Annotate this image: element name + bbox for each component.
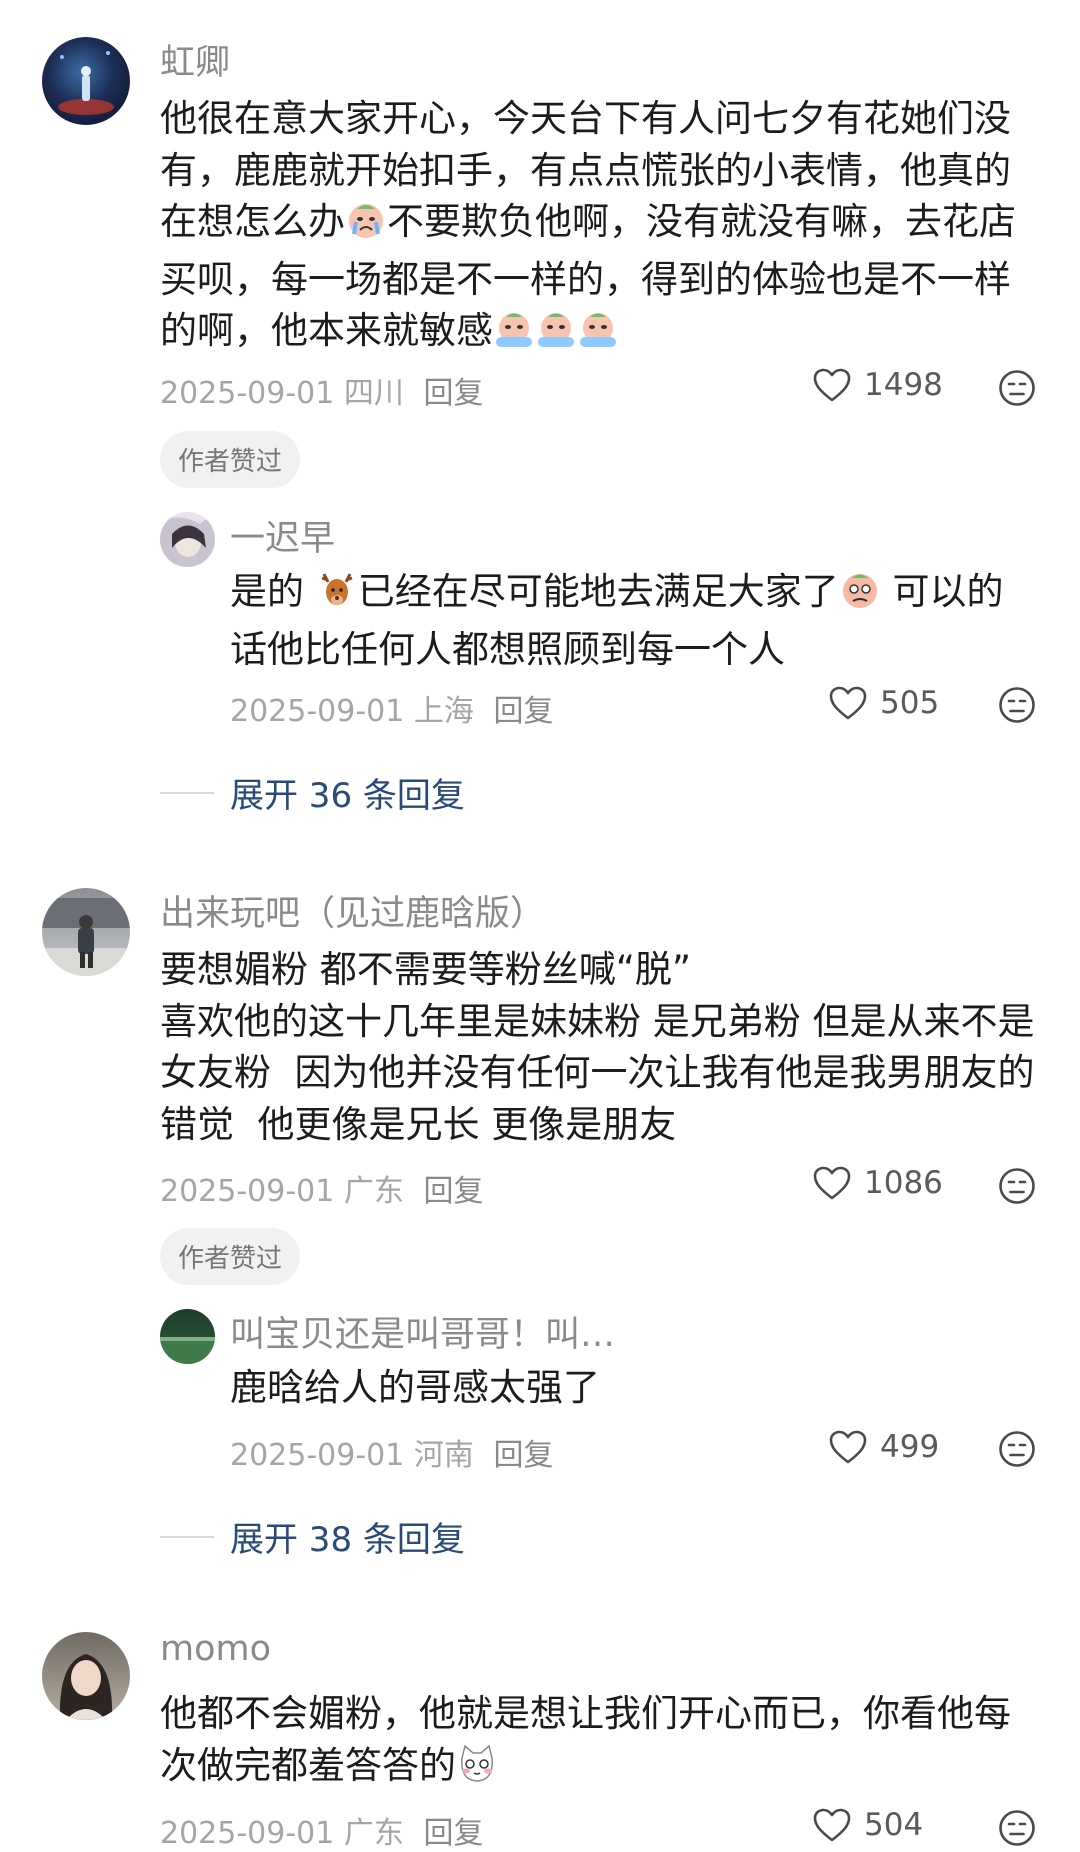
avatar[interactable] <box>42 37 130 125</box>
unhappy-face-icon[interactable] <box>998 1167 1036 1205</box>
divider-line <box>160 1535 214 1538</box>
expand-replies-button[interactable]: 展开 38 条回复 <box>160 1512 465 1561</box>
reply-meta: 2025-09-01 河南 回复 <box>230 1430 553 1474</box>
expand-replies-button[interactable]: 展开 36 条回复 <box>160 768 465 817</box>
heart-outline-icon <box>828 1429 868 1465</box>
avatar-stage-image <box>58 51 114 115</box>
like-count: 1086 <box>864 1165 943 1201</box>
avatar[interactable] <box>160 512 215 567</box>
deer-emoji <box>316 570 358 624</box>
reply-meta: 2025-09-01 上海 回复 <box>230 686 553 730</box>
comment-text: 他很在意大家开心，今天台下有人问七夕有花她们没有，鹿鹿就开始扣手，有点点慌张的小… <box>160 93 1040 363</box>
comment-date: 2025-09-01 <box>160 376 335 411</box>
like-button[interactable]: 505 <box>828 685 939 721</box>
avatar[interactable] <box>42 1632 130 1720</box>
unhappy-face-icon[interactable] <box>998 1430 1036 1468</box>
divider-line <box>160 791 214 794</box>
reply-location: 上海 <box>413 694 474 729</box>
comment-text: 要想媚粉 都不需要等粉丝喊“脱” 喜欢他的这十几年里是妹妹粉 是兄弟粉 但是从来… <box>160 948 1035 1146</box>
reply-date: 2025-09-01 <box>230 1438 405 1473</box>
crying-emoji <box>493 309 535 363</box>
like-count: 504 <box>864 1807 924 1843</box>
like-button[interactable]: 1086 <box>812 1165 943 1201</box>
comment-date: 2025-09-01 <box>160 1816 335 1851</box>
like-count: 505 <box>880 685 940 721</box>
comment-date: 2025-09-01 <box>160 1174 335 1209</box>
expand-replies-label: 展开 36 条回复 <box>230 776 465 816</box>
reply-button[interactable]: 回复 <box>493 1438 553 1473</box>
username[interactable]: momo <box>160 1629 271 1669</box>
comment-meta: 2025-09-01 四川 回复 <box>160 368 483 412</box>
comment-text-part: 他都不会媚粉，他就是想让我们开心而已，你看他每次做完都羞答答的 <box>160 1692 1011 1787</box>
heart-outline-icon <box>812 1165 852 1201</box>
heart-outline-icon <box>812 367 852 403</box>
reply-location: 河南 <box>413 1438 474 1473</box>
comment-location: 广东 <box>343 1174 404 1209</box>
username[interactable]: 一迟早 <box>230 510 335 561</box>
like-button[interactable]: 1498 <box>812 367 943 403</box>
avatar-portrait-image <box>59 1654 113 1720</box>
comment-location: 四川 <box>343 376 404 411</box>
expand-replies-label: 展开 38 条回复 <box>230 1520 465 1560</box>
avatar-street-image <box>42 898 130 976</box>
cat-emoji <box>456 1744 498 1798</box>
reply-text: 鹿晗给人的哥感太强了 <box>230 1366 600 1409</box>
reply-button[interactable]: 回复 <box>423 1816 483 1851</box>
like-button[interactable]: 504 <box>812 1807 923 1843</box>
comment-meta: 2025-09-01 广东 回复 <box>160 1166 483 1210</box>
author-liked-badge: 作者赞过 <box>160 1228 301 1285</box>
username[interactable]: 虹卿 <box>160 34 230 85</box>
unhappy-face-icon[interactable] <box>998 1809 1036 1847</box>
username[interactable]: 出来玩吧（见过鹿晗版） <box>160 885 545 936</box>
comment-text: 他都不会媚粉，他就是想让我们开心而已，你看他每次做完都羞答答的 <box>160 1688 1040 1797</box>
heart-outline-icon <box>828 685 868 721</box>
crying-emoji <box>345 200 387 254</box>
reply-button[interactable]: 回复 <box>423 1174 483 1209</box>
like-count: 1498 <box>864 367 943 403</box>
avatar-portrait-image <box>160 512 215 567</box>
like-count: 499 <box>880 1429 940 1465</box>
reply-button[interactable]: 回复 <box>423 376 483 411</box>
crying-emoji <box>535 309 577 363</box>
like-button[interactable]: 499 <box>828 1429 939 1465</box>
reply-button[interactable]: 回复 <box>493 694 553 729</box>
avatar[interactable] <box>42 888 130 976</box>
pleading-emoji <box>839 570 881 624</box>
unhappy-face-icon[interactable] <box>998 369 1036 407</box>
author-liked-badge: 作者赞过 <box>160 431 301 488</box>
heart-outline-icon <box>812 1807 852 1843</box>
avatar[interactable] <box>160 1309 215 1364</box>
crying-emoji <box>577 309 619 363</box>
comment-meta: 2025-09-01 广东 回复 <box>160 1808 483 1852</box>
reply-text-part: 已经在尽可能地去满足大家了 <box>357 570 839 613</box>
comment-location: 广东 <box>343 1816 404 1851</box>
reply-text: 是的 已经在尽可能地去满足大家了 可以的话他比任何人都想照顾到每一个人 <box>230 566 1040 675</box>
avatar-field-image <box>160 1337 215 1364</box>
reply-date: 2025-09-01 <box>230 694 405 729</box>
username[interactable]: 叫宝贝还是叫哥哥！叫… <box>230 1306 615 1357</box>
reply-text-part: 是的 <box>230 570 304 613</box>
unhappy-face-icon[interactable] <box>998 686 1036 724</box>
